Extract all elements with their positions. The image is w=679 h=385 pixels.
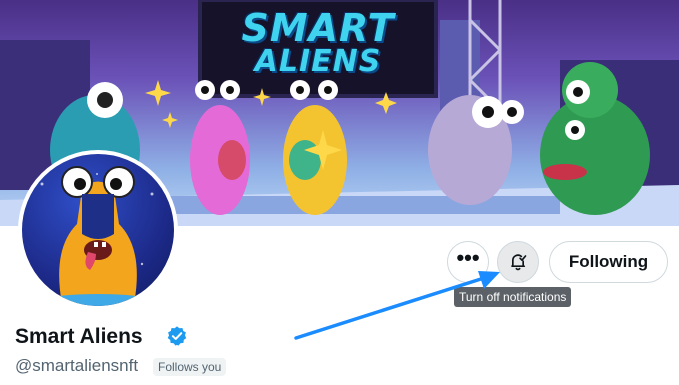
banner-sign-subtitle: ALIENS bbox=[254, 44, 382, 79]
following-button[interactable]: Following bbox=[549, 241, 668, 283]
notifications-tooltip: Turn off notifications bbox=[454, 287, 572, 307]
avatar[interactable] bbox=[18, 150, 178, 310]
follows-you-badge: Follows you bbox=[153, 358, 227, 376]
more-icon: ••• bbox=[456, 245, 480, 270]
more-options-button[interactable]: ••• bbox=[447, 241, 489, 283]
profile-display-name: Smart Aliens bbox=[15, 325, 143, 348]
avatar-illustration bbox=[28, 166, 168, 306]
profile-handle: @smartaliensnft bbox=[15, 356, 139, 375]
bell-check-icon bbox=[511, 254, 527, 271]
verified-badge-icon[interactable] bbox=[166, 325, 188, 347]
notifications-toggle-button[interactable] bbox=[497, 241, 539, 283]
